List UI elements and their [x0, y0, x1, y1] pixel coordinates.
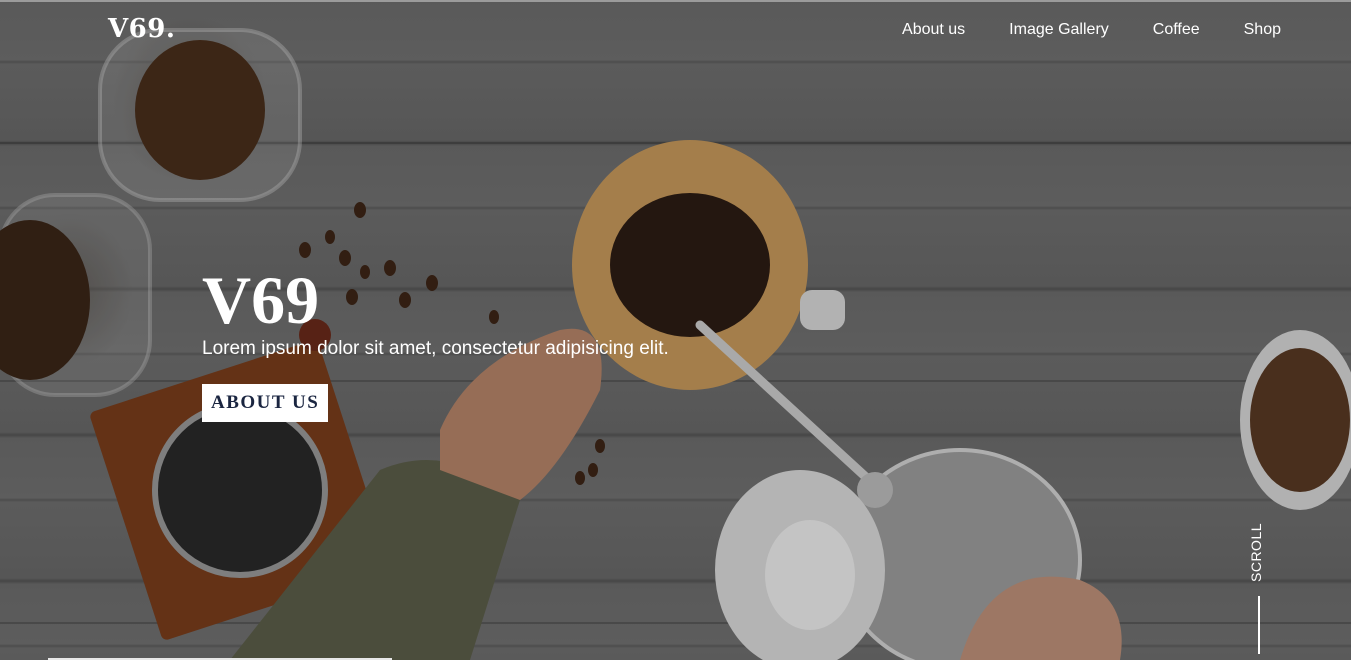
- nav-link-coffee[interactable]: Coffee: [1153, 21, 1200, 39]
- hero-title: V69: [202, 262, 320, 338]
- brand-logo[interactable]: V69.: [108, 14, 175, 44]
- scroll-line: [1258, 596, 1260, 654]
- main-navigation: About us Image Gallery Coffee Shop: [902, 21, 1281, 39]
- hero-subtitle: Lorem ipsum dolor sit amet, consectetur …: [202, 338, 669, 359]
- about-us-button[interactable]: ABOUT US: [202, 384, 329, 422]
- nav-link-about-us[interactable]: About us: [902, 21, 965, 39]
- nav-link-shop[interactable]: Shop: [1244, 21, 1281, 39]
- nav-link-image-gallery[interactable]: Image Gallery: [1009, 21, 1109, 39]
- scroll-indicator[interactable]: SCROLL: [1248, 520, 1270, 660]
- hero-section: V69. About us Image Gallery Coffee Shop …: [0, 0, 1351, 660]
- scroll-label: SCROLL: [1248, 522, 1264, 582]
